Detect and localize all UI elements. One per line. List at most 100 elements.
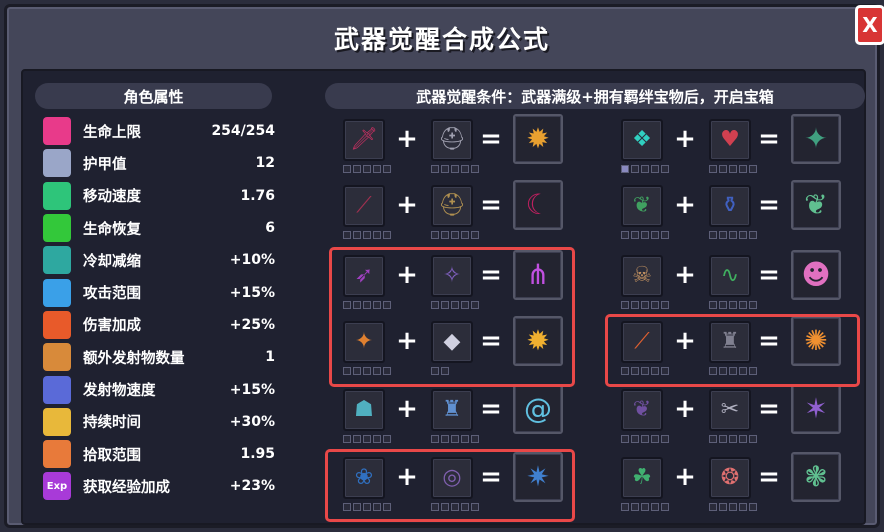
plus-sign: + [396, 326, 418, 356]
level-pip [343, 165, 351, 173]
attribute-row: 拾取范围 1.95 [43, 438, 275, 470]
plus-sign: + [674, 190, 696, 220]
blue-fish-icon[interactable]: ❀ [343, 457, 385, 499]
blue-armor-icon[interactable]: ♜ [431, 389, 473, 431]
level-pip [709, 503, 717, 511]
level-pip [749, 301, 757, 309]
bone-skull-icon[interactable]: ☠ [621, 255, 663, 297]
equals-sign: = [480, 326, 502, 356]
spirit-wolf-icon[interactable]: ❖ [621, 119, 663, 161]
stone-gargoyle-icon[interactable]: ♜ [709, 321, 751, 363]
level-pip [661, 301, 669, 309]
shadow-scythe-icon[interactable]: ☾ [513, 180, 563, 230]
level-pip [343, 231, 351, 239]
white-gem-icon[interactable]: ◆ [431, 321, 473, 363]
level-pip [749, 367, 757, 375]
void-trident-icon[interactable]: ⋔ [513, 250, 563, 300]
level-pips [621, 367, 669, 375]
level-pip [729, 367, 737, 375]
recipe-row: ☘ ❂ ❃ + = [621, 452, 857, 517]
level-pip [719, 165, 727, 173]
close-button[interactable]: X [855, 5, 884, 45]
level-pips [621, 165, 669, 173]
level-pip [621, 231, 629, 239]
attribute-value: 12 [255, 155, 275, 172]
level-pip [631, 165, 639, 173]
level-pip [451, 301, 459, 309]
window-title: 武器觉醒合成公式 [333, 25, 550, 54]
attribute-row: 冷却减缩 +10% [43, 244, 275, 276]
bat-charm-icon[interactable]: ✧ [431, 255, 473, 297]
level-pip [709, 435, 717, 443]
level-pips [709, 165, 757, 173]
level-pip [641, 367, 649, 375]
level-pip [651, 165, 659, 173]
blood-altar-icon[interactable]: ✹ [513, 114, 563, 164]
purple-spear-icon[interactable]: ➶ [343, 255, 385, 297]
health-cross-icon [43, 214, 71, 243]
equals-sign: = [758, 190, 780, 220]
level-pip [451, 231, 459, 239]
level-pip [651, 435, 659, 443]
leaf-sprig-icon[interactable]: ❦ [621, 185, 663, 227]
level-pip [363, 165, 371, 173]
recipe-row: 🗡 ⛑ ✹ + = [343, 114, 579, 179]
level-pip [661, 165, 669, 173]
pink-golem-icon[interactable]: ☻ [791, 250, 841, 300]
frost-spiral-icon[interactable]: @ [513, 384, 563, 434]
dark-wings-icon[interactable]: ❦ [621, 389, 663, 431]
level-pips [343, 503, 391, 511]
recipe-row: ➶ ✧ ⋔ + = [343, 250, 579, 315]
attribute-value: +15% [229, 284, 275, 301]
level-pips [431, 231, 479, 239]
lantern-icon[interactable]: ☗ [343, 389, 385, 431]
silver-claw-icon[interactable]: ✂ [709, 389, 751, 431]
ember-staff-icon[interactable]: ⟋ [621, 321, 663, 363]
crimson-dagger-icon[interactable]: 🗡 [343, 119, 385, 161]
level-pip [373, 301, 381, 309]
level-pip [451, 435, 459, 443]
level-pip [441, 367, 449, 375]
verdant-growth-icon[interactable]: ❦ [791, 180, 841, 230]
level-pip [739, 367, 747, 375]
level-pip [621, 301, 629, 309]
storm-drake-icon[interactable]: ✷ [513, 452, 563, 502]
fire-wand-icon[interactable]: ✦ [343, 321, 385, 363]
heart-locket-icon[interactable]: ♥ [709, 119, 751, 161]
nightmare-wings-icon[interactable]: ✶ [791, 384, 841, 434]
dark-scythe-icon[interactable]: ⟋ [343, 185, 385, 227]
level-pip [451, 165, 459, 173]
level-pips [431, 503, 479, 511]
level-pips [431, 165, 479, 173]
potion-flask-icon[interactable]: ⚱ [709, 185, 751, 227]
heart-icon [43, 117, 71, 146]
level-pip [461, 503, 469, 511]
attributes-header: 角色属性 [35, 83, 272, 109]
level-pips [621, 435, 669, 443]
level-pip [651, 503, 659, 511]
equals-sign: = [480, 190, 502, 220]
phoenix-spear-icon[interactable]: ✺ [791, 316, 841, 366]
swirl-gem-icon[interactable]: ❂ [709, 457, 751, 499]
attribute-label: 冷却减缩 [83, 253, 141, 270]
level-pip [353, 503, 361, 511]
armor-icon [43, 149, 71, 178]
level-pip [641, 231, 649, 239]
attribute-label: 护甲值 [83, 156, 127, 173]
iron-helm-icon[interactable]: ⛑ [431, 185, 473, 227]
level-pip [651, 367, 659, 375]
vine-beast-icon[interactable]: ✦ [791, 114, 841, 164]
level-pip [373, 231, 381, 239]
serpent-ring-icon[interactable]: ∿ [709, 255, 751, 297]
jade-shell-icon[interactable]: ❃ [791, 452, 841, 502]
knight-helmet-icon[interactable]: ⛑ [431, 119, 473, 161]
equals-sign: = [480, 124, 502, 154]
green-dragon-icon[interactable]: ☘ [621, 457, 663, 499]
orb-ring-icon[interactable]: ◎ [431, 457, 473, 499]
level-pip [441, 503, 449, 511]
level-pip [631, 435, 639, 443]
level-pip [729, 503, 737, 511]
level-pip [373, 435, 381, 443]
attribute-row: 发射物速度 +15% [43, 373, 275, 405]
inferno-blast-icon[interactable]: ✹ [513, 316, 563, 366]
